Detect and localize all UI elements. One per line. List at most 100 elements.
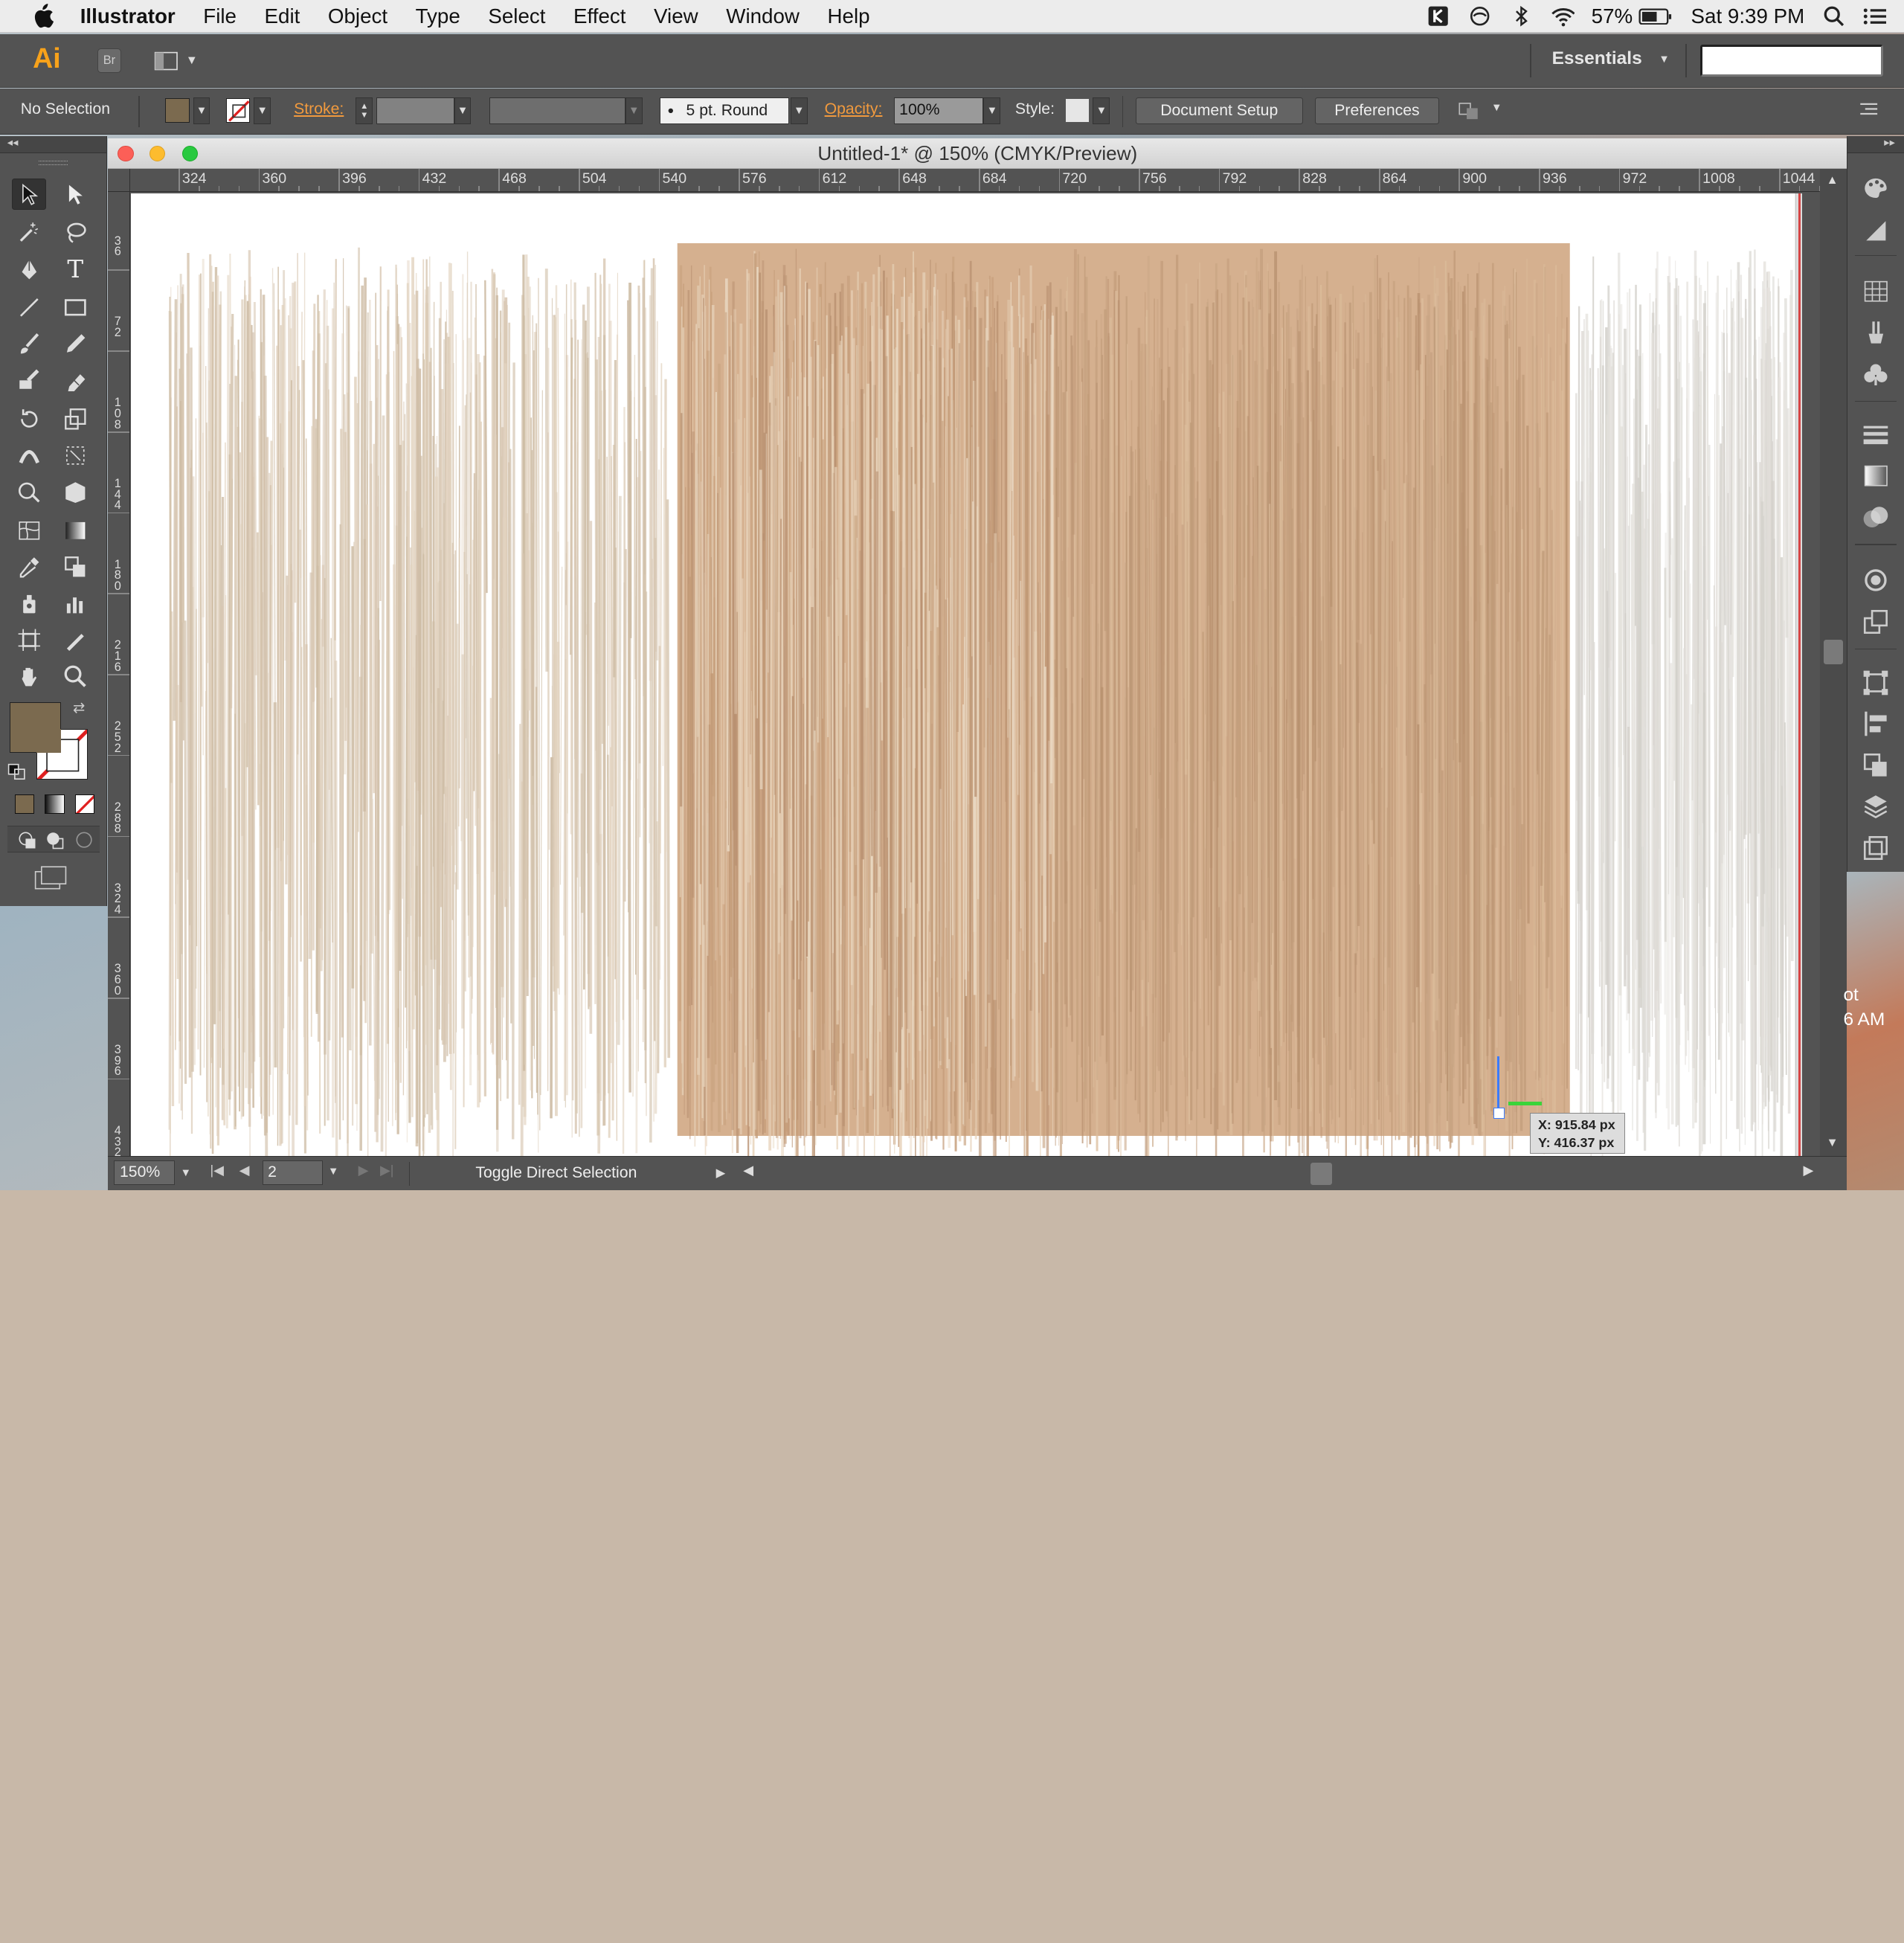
menu-view[interactable]: View: [654, 4, 698, 28]
align-icon[interactable]: [1861, 709, 1890, 738]
lasso-tool[interactable]: [58, 216, 92, 248]
selection-tool[interactable]: [12, 179, 46, 210]
color-mode-button[interactable]: [15, 794, 34, 814]
symbols-icon[interactable]: [1861, 359, 1890, 388]
screen-mode-icon[interactable]: [34, 864, 68, 896]
artboard-tool[interactable]: [12, 624, 46, 655]
zoom-level-field[interactable]: 150%: [114, 1160, 175, 1185]
direct-selection-tool[interactable]: [58, 179, 92, 210]
minimize-button[interactable]: [149, 146, 165, 161]
menu-app-name[interactable]: Illustrator: [80, 4, 176, 28]
horizontal-scroll-thumb[interactable]: [1310, 1163, 1332, 1184]
none-mode-button[interactable]: [75, 794, 94, 814]
fill-swatch[interactable]: [165, 98, 190, 123]
apple-icon[interactable]: [29, 4, 56, 28]
horizontal-scrollbar[interactable]: [764, 1163, 1806, 1184]
stroke-weight-dropdown[interactable]: ▼: [454, 97, 472, 124]
scroll-left-icon[interactable]: ◀: [743, 1163, 753, 1178]
zoom-button[interactable]: [182, 146, 198, 161]
notification-center-icon[interactable]: [1863, 5, 1888, 27]
wifi-icon[interactable]: [1550, 5, 1575, 27]
scroll-up-icon[interactable]: ▲: [1827, 173, 1839, 187]
first-artboard-icon[interactable]: |◀: [210, 1163, 223, 1178]
status-menu-icon[interactable]: ▶: [716, 1166, 726, 1181]
gradient-tool[interactable]: [58, 515, 92, 546]
zoom-dropdown[interactable]: ▼: [175, 1160, 196, 1185]
grip-icon[interactable]: [39, 161, 68, 166]
blend-tool[interactable]: [58, 551, 92, 582]
color-panel-icon[interactable]: [1861, 173, 1890, 202]
vertical-ruler[interactable]: 3672108144180216252288324360396432: [108, 192, 129, 1156]
gradient-mode-button[interactable]: [45, 794, 64, 814]
sync-icon[interactable]: [1467, 5, 1492, 27]
workspace-switcher[interactable]: Essentials: [1552, 48, 1642, 69]
brushes-icon[interactable]: [1861, 318, 1890, 347]
draw-normal-icon[interactable]: [17, 830, 36, 855]
mesh-tool[interactable]: [12, 515, 46, 546]
graphic-style-swatch[interactable]: [1065, 98, 1090, 123]
stroke-weight-field[interactable]: [376, 97, 454, 124]
gradient-panel-icon[interactable]: [1861, 461, 1890, 490]
default-colors-icon[interactable]: [7, 762, 27, 786]
paintbrush-tool[interactable]: [12, 328, 46, 359]
stroke-dropdown[interactable]: ▼: [254, 97, 271, 124]
document-setup-button[interactable]: Document Setup: [1136, 97, 1303, 124]
swatches-icon[interactable]: [1861, 277, 1890, 306]
transform-icon[interactable]: [1861, 668, 1890, 697]
arrange-icon[interactable]: [1457, 100, 1482, 126]
artwork[interactable]: [131, 193, 1795, 1157]
blob-brush-tool[interactable]: [12, 364, 46, 396]
draw-inside-icon[interactable]: [74, 830, 94, 855]
close-button[interactable]: [118, 146, 133, 161]
chevron-down-icon[interactable]: ▼: [1659, 54, 1670, 65]
artboards-icon[interactable]: [1861, 833, 1890, 862]
pathfinder-icon[interactable]: [1861, 751, 1890, 780]
layers-icon[interactable]: [1861, 792, 1890, 821]
horizontal-ruler[interactable]: 3243603964324685045405766126486847207567…: [130, 169, 1821, 192]
shape-builder-tool[interactable]: [12, 476, 46, 507]
swap-icon[interactable]: ⇄: [73, 699, 85, 717]
pen-tool[interactable]: [12, 254, 46, 285]
column-graph-tool[interactable]: [58, 588, 92, 619]
graphic-styles-icon[interactable]: [1861, 607, 1890, 636]
free-transform-tool[interactable]: [58, 440, 92, 471]
type-tool[interactable]: T: [58, 254, 92, 285]
bluetooth-icon[interactable]: [1509, 5, 1534, 27]
hand-tool[interactable]: [12, 661, 46, 692]
canvas[interactable]: [131, 193, 1795, 1157]
next-artboard-icon[interactable]: ▶: [358, 1163, 369, 1178]
scroll-right-icon[interactable]: ▶: [1804, 1163, 1814, 1178]
expand-icon[interactable]: ▸▸: [1884, 136, 1895, 149]
collapse-icon[interactable]: ◂◂: [7, 136, 19, 149]
panel-menu-icon[interactable]: [1858, 100, 1879, 122]
panel-header[interactable]: ▸▸: [1847, 136, 1904, 153]
transparency-icon[interactable]: [1861, 503, 1890, 532]
document-title-bar[interactable]: Untitled-1* @ 150% (CMYK/Preview): [108, 138, 1847, 169]
scale-tool[interactable]: [58, 403, 92, 434]
clock[interactable]: Sat 9:39 PM: [1691, 4, 1805, 28]
color-guide-icon[interactable]: [1861, 216, 1890, 245]
eyedropper-tool[interactable]: [12, 551, 46, 582]
opacity-dropdown[interactable]: ▼: [983, 97, 1000, 124]
status-field[interactable]: Toggle Direct Selection ▶: [409, 1162, 735, 1186]
menu-edit[interactable]: Edit: [265, 4, 300, 28]
draw-behind-icon[interactable]: [45, 830, 64, 855]
line-segment-tool[interactable]: [12, 292, 46, 323]
spotlight-search-icon[interactable]: [1821, 5, 1846, 27]
zoom-tool[interactable]: [58, 661, 92, 692]
vertical-scrollbar[interactable]: ▲ ▼: [1820, 169, 1847, 1156]
scroll-thumb[interactable]: [1824, 640, 1843, 664]
opacity-label[interactable]: Opacity:: [825, 100, 883, 118]
arrange-documents-button[interactable]: ▼: [154, 48, 200, 73]
previous-artboard-icon[interactable]: ◀: [239, 1163, 250, 1178]
artboard-number-field[interactable]: 2: [263, 1160, 324, 1185]
eraser-tool[interactable]: [58, 364, 92, 396]
menu-type[interactable]: Type: [416, 4, 460, 28]
rotate-tool[interactable]: [12, 403, 46, 434]
width-tool[interactable]: [12, 440, 46, 471]
menu-select[interactable]: Select: [488, 4, 545, 28]
magic-wand-tool[interactable]: [12, 216, 46, 248]
battery-icon[interactable]: [1638, 5, 1674, 27]
stroke-swatch[interactable]: [226, 98, 251, 123]
pencil-tool[interactable]: [58, 328, 92, 359]
